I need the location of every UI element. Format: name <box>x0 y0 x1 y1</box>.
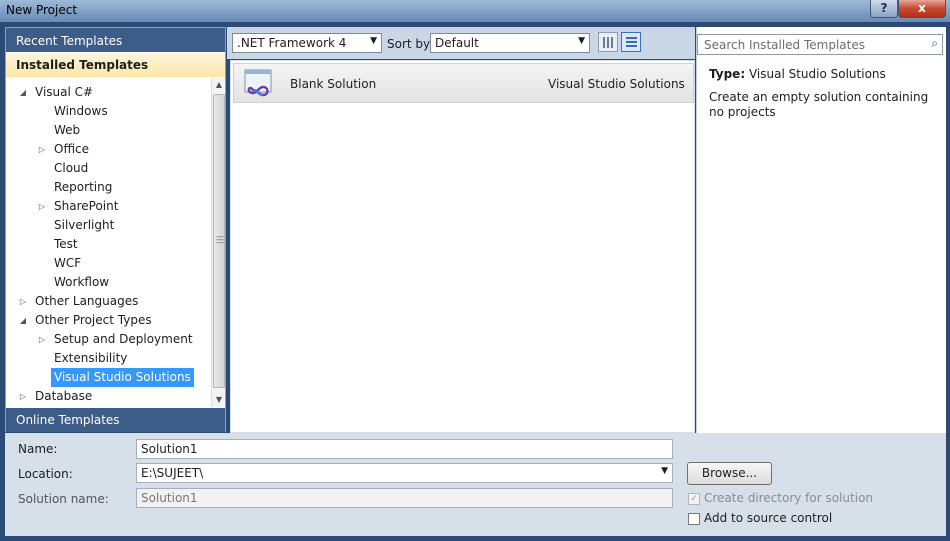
type-label: Type: <box>709 67 746 81</box>
help-button[interactable]: ? <box>870 0 898 18</box>
search-icon[interactable]: ⌕ <box>931 36 938 51</box>
chevron-down-icon: ▼ <box>370 36 377 46</box>
tree-item[interactable]: ▷ Office <box>6 140 211 159</box>
search-installed-templates-input[interactable]: Search Installed Templates ⌕ <box>697 34 943 55</box>
tree-item[interactable]: Cloud <box>6 159 211 178</box>
template-name: Blank Solution <box>290 77 377 91</box>
tree-item[interactable]: Visual Studio Solutions <box>6 368 211 387</box>
tree-item[interactable]: WCF <box>6 254 211 273</box>
scroll-thumb[interactable]: — — — <box>213 94 225 388</box>
tree-item-label: Database <box>35 389 93 403</box>
template-description: Create an empty solution containing no p… <box>709 90 929 119</box>
template-tree: ◢ Visual C# Windows Web ▷ Office Cloud Reportin… <box>6 83 211 407</box>
collapsed-arrow-icon[interactable]: ▷ <box>37 140 47 159</box>
tree-item-label: Visual C# <box>35 85 94 99</box>
tree-item[interactable]: Workflow <box>6 273 211 292</box>
framework-select-value: .NET Framework 4 <box>237 36 347 50</box>
solution-name-label: Solution name: <box>18 492 109 506</box>
add-source-control-checkbox[interactable] <box>688 513 700 525</box>
sort-by-select[interactable]: Default ▼ <box>430 33 590 53</box>
tree-item-label: Reporting <box>54 180 113 194</box>
tree-item[interactable]: ▷ SharePoint <box>6 197 211 216</box>
scroll-down-icon[interactable]: ▼ <box>212 393 226 407</box>
tree-item[interactable]: Windows <box>6 102 211 121</box>
solution-name-input: Solution1 <box>136 488 673 508</box>
tree-item-label: Office <box>54 142 90 156</box>
name-input-value: Solution1 <box>141 442 198 456</box>
close-button[interactable]: x <box>898 0 946 18</box>
tree-item-label: Visual Studio Solutions <box>51 368 194 387</box>
tree-item-label: Test <box>54 237 78 251</box>
tree-item[interactable]: ▷ Database <box>6 387 211 406</box>
sort-by-label: Sort by: <box>387 37 434 51</box>
tree-item-label: Other Project Types <box>35 313 152 327</box>
small-icons-view-icon <box>603 37 614 48</box>
title-bar: New Project ? x <box>0 0 950 22</box>
collapsed-arrow-icon[interactable]: ▷ <box>18 292 28 311</box>
project-form: Name: Solution1 Location: E:\SUJEET\ ▼ S… <box>5 433 946 536</box>
tree-scrollbar[interactable]: ▲ — — — ▼ <box>211 78 225 407</box>
visual-studio-infinity-icon <box>244 69 274 99</box>
tree-item-label: Silverlight <box>54 218 115 232</box>
tree-item-label: Web <box>54 123 81 137</box>
create-directory-label: Create directory for solution <box>704 491 874 505</box>
template-list: Blank Solution Visual Studio Solutions <box>230 60 695 433</box>
tree-item-label: Windows <box>54 104 108 118</box>
tree-item-label: Cloud <box>54 161 89 175</box>
tree-item-label: WCF <box>54 256 82 270</box>
browse-button[interactable]: Browse... <box>687 462 772 485</box>
installed-templates-header[interactable]: Installed Templates <box>6 53 225 77</box>
window-title: New Project <box>6 3 78 17</box>
expanded-arrow-icon[interactable]: ◢ <box>18 83 28 102</box>
online-templates-header[interactable]: Online Templates <box>6 408 225 432</box>
template-category: Visual Studio Solutions <box>548 77 685 91</box>
template-item-blank-solution[interactable]: Blank Solution Visual Studio Solutions <box>233 63 694 103</box>
tree-item[interactable]: Test <box>6 235 211 254</box>
tree-item[interactable]: ◢ Other Project Types <box>6 311 211 330</box>
framework-select[interactable]: .NET Framework 4 ▼ <box>232 33 382 53</box>
tree-item[interactable]: Reporting <box>6 178 211 197</box>
tree-item[interactable]: Extensibility <box>6 349 211 368</box>
collapsed-arrow-icon[interactable]: ▷ <box>37 197 47 216</box>
tree-item-label: Other Languages <box>35 294 139 308</box>
tree-item[interactable]: Web <box>6 121 211 140</box>
tree-item-label: Setup and Deployment <box>54 332 193 346</box>
location-combobox[interactable]: E:\SUJEET\ ▼ <box>136 463 673 483</box>
chevron-down-icon: ▼ <box>578 36 585 46</box>
tree-item-label: SharePoint <box>54 199 119 213</box>
name-input[interactable]: Solution1 <box>136 439 673 459</box>
search-placeholder: Search Installed Templates <box>704 38 865 52</box>
sort-by-value: Default <box>435 36 479 50</box>
template-toolbar: .NET Framework 4 ▼ Sort by: Default ▼ <box>227 27 695 59</box>
collapsed-arrow-icon[interactable]: ▷ <box>18 387 28 406</box>
create-directory-checkbox: ✓ <box>688 493 700 505</box>
tree-item-label: Workflow <box>54 275 110 289</box>
type-value: Visual Studio Solutions <box>748 67 886 81</box>
small-icons-view-button[interactable] <box>598 32 618 52</box>
template-details-pane: Search Installed Templates ⌕ Type: Visua… <box>696 27 946 433</box>
template-categories-pane: Recent Templates Installed Templates ◢ Vi… <box>5 27 226 432</box>
tree-item[interactable]: ▷ Other Languages <box>6 292 211 311</box>
expanded-arrow-icon[interactable]: ◢ <box>18 311 28 330</box>
solution-name-value: Solution1 <box>141 491 198 505</box>
tree-item[interactable]: ◢ Visual C# <box>6 83 211 102</box>
details-view-button[interactable] <box>621 32 641 52</box>
collapsed-arrow-icon[interactable]: ▷ <box>37 330 47 349</box>
tree-item[interactable]: ▷ Setup and Deployment <box>6 330 211 349</box>
template-type: Type: Visual Studio Solutions <box>709 67 886 81</box>
name-label: Name: <box>18 442 58 456</box>
location-value: E:\SUJEET\ <box>141 466 204 480</box>
tree-item-label: Extensibility <box>54 351 128 365</box>
add-source-control-label: Add to source control <box>704 511 833 525</box>
grip-icon: — — — <box>216 232 224 247</box>
details-view-icon <box>626 37 637 48</box>
scroll-up-icon[interactable]: ▲ <box>212 78 226 92</box>
chevron-down-icon[interactable]: ▼ <box>661 466 668 476</box>
tree-item[interactable]: Silverlight <box>6 216 211 235</box>
location-label: Location: <box>18 467 73 481</box>
recent-templates-header[interactable]: Recent Templates <box>6 28 225 52</box>
